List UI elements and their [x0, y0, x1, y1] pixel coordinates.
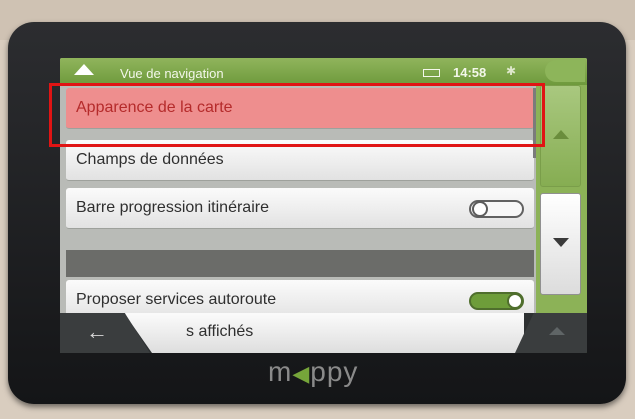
mappy-logo: m◀ppy [268, 356, 358, 388]
battery-icon [423, 69, 440, 77]
chevron-up-icon [549, 327, 565, 335]
clock: 14:58 [453, 65, 487, 80]
section-separator [66, 250, 534, 277]
home-arrow-icon[interactable] [74, 64, 94, 75]
more-button[interactable] [515, 313, 587, 353]
status-bar: Vue de navigation 14:58 ✱ [60, 58, 587, 85]
back-arrow-icon: ← [86, 319, 108, 344]
highlight-outline [49, 83, 545, 147]
list-item-label: Proposer services autoroute [76, 291, 277, 308]
chevron-down-icon [553, 238, 569, 247]
list-item-label: s affichés [186, 323, 254, 340]
logo-arrow-icon: ◀ [292, 361, 311, 386]
toggle-knob [472, 201, 488, 217]
chevron-up-icon [553, 130, 569, 139]
bottom-bar: s affichés ← [60, 313, 587, 353]
list-item-affiches[interactable]: s affichés [124, 313, 524, 353]
motorway-services-toggle[interactable] [469, 292, 524, 310]
list-item-barre-progression[interactable]: Barre progression itinéraire [66, 188, 534, 229]
scroll-up-button[interactable] [540, 85, 581, 187]
list-item-label: Champs de données [76, 151, 224, 168]
screen-title: Vue de navigation [120, 66, 224, 81]
scroll-down-button[interactable] [540, 193, 581, 295]
list-item-label: Barre progression itinéraire [76, 199, 269, 216]
bluetooth-icon: ✱ [506, 64, 517, 78]
progress-bar-toggle[interactable] [469, 200, 524, 218]
toggle-knob [507, 293, 523, 309]
logo-part-left: m [268, 356, 293, 387]
logo-part-right: ppy [310, 356, 359, 387]
status-corner-button[interactable] [545, 60, 585, 82]
